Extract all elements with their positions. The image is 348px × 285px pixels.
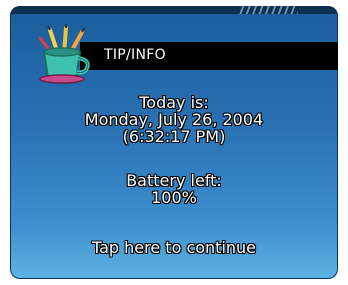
date-info: Today is: Monday, July 26, 2004 (6:32:17…: [10, 94, 338, 145]
tip-info-dialog[interactable]: TIP/INFO Today is: Monday, July 26, 2004…: [10, 6, 338, 279]
top-strip-stripes: [238, 6, 298, 14]
battery-label: Battery left:: [126, 171, 222, 190]
date-label: Today is:: [139, 93, 209, 112]
date-value: Monday, July 26, 2004: [84, 110, 264, 129]
pencil-cup-icon: [38, 24, 90, 84]
continue-link[interactable]: Tap here to continue: [10, 239, 338, 256]
title-bar: TIP/INFO: [80, 42, 338, 70]
battery-info: Battery left: 100%: [10, 172, 338, 206]
battery-value: 100%: [151, 188, 197, 207]
time-value: (6:32:17 PM): [122, 127, 226, 146]
top-strip: [10, 6, 338, 14]
dialog-title: TIP/INFO: [104, 47, 166, 63]
